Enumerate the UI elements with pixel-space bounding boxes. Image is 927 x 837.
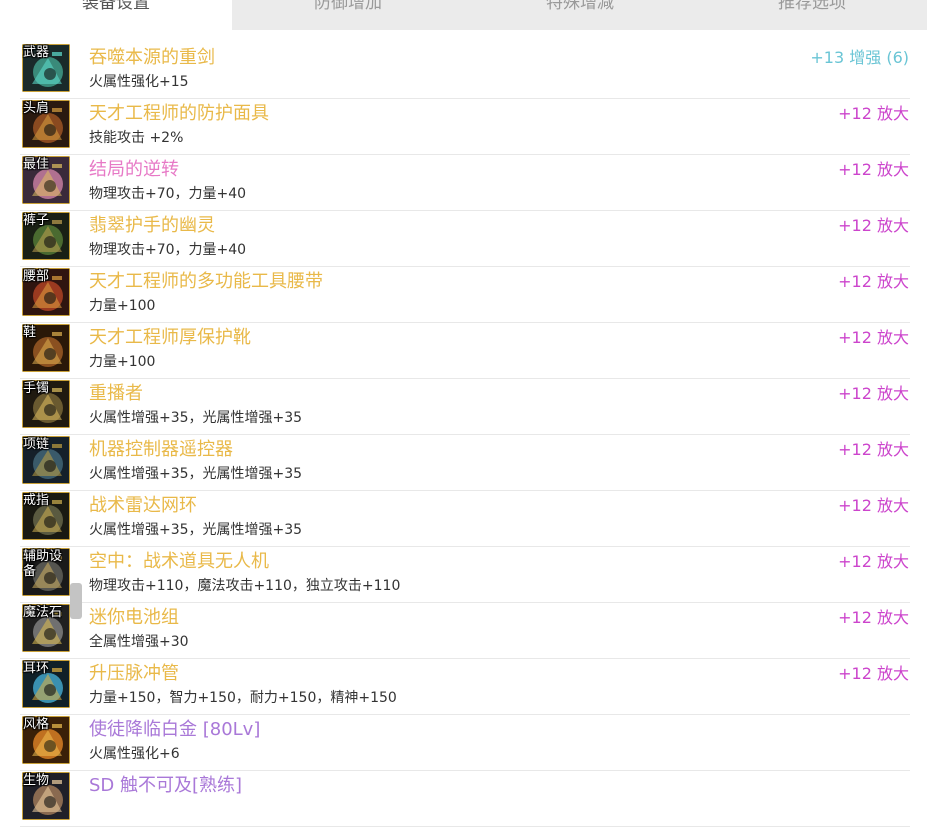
title-icon[interactable]: 风格 — [22, 716, 70, 764]
item-name: 天才工程师的防护面具 — [89, 103, 269, 124]
item-name: 升压脉冲管 — [89, 663, 179, 684]
item-name: 使徒降临白金 [80Lv] — [89, 719, 261, 740]
item-name: 天才工程师的多功能工具腰带 — [89, 271, 323, 292]
item-stats: 力量+150，智力+150，耐力+150，精神+150 — [89, 690, 397, 706]
equipment-row[interactable]: 武器 吞噬本源的重剑火属性强化+15 +13 增强 (6) — [20, 42, 910, 99]
item-stats: 物理攻击+110，魔法攻击+110，独立攻击+110 — [89, 578, 401, 594]
necklace-icon[interactable]: 项链 — [22, 436, 70, 484]
item-name: 机器控制器遥控器 — [89, 439, 233, 460]
equipment-row[interactable]: 裤子 翡翠护手的幽灵物理攻击+70，力量+40 +12 放大 — [20, 210, 910, 267]
earring-icon[interactable]: 耳环 — [22, 660, 70, 708]
equipment-list-panel: 武器 吞噬本源的重剑火属性强化+15 +13 增强 (6) 头肩 天才工程师的防护面具… — [0, 30, 927, 837]
item-stats: 物理攻击+70，力量+40 — [89, 242, 247, 258]
item-name: SD 触不可及[熟练] — [89, 775, 243, 796]
slot-label: 武器 — [23, 45, 50, 60]
item-stats: 火属性增强+35，光属性增强+35 — [89, 410, 303, 426]
item-stats: 技能攻击 +2% — [89, 130, 184, 146]
pants-icon[interactable]: 裤子 — [22, 212, 70, 260]
enhancement-level: +12 放大 — [838, 496, 909, 515]
tab-special-modifiers[interactable]: 特殊增减 — [464, 0, 696, 30]
equipment-row[interactable]: 最佳 结局的逆转物理攻击+70，力量+40 +12 放大 — [20, 154, 910, 211]
boots-icon[interactable]: 鞋 — [22, 324, 70, 372]
bracelet-icon[interactable]: 手镯 — [22, 380, 70, 428]
item-name: 结局的逆转 — [89, 159, 179, 180]
enhancement-level: +12 放大 — [838, 272, 909, 291]
enhancement-level: +12 放大 — [838, 552, 909, 571]
equipment-row[interactable]: 生物 SD 触不可及[熟练] — [20, 770, 910, 827]
item-stats: 火属性增强+35，光属性增强+35 — [89, 466, 303, 482]
scrollbar-thumb[interactable] — [70, 583, 82, 619]
equipment-row[interactable]: 腰部 天才工程师的多功能工具腰带力量+100 +12 放大 — [20, 266, 910, 323]
item-stats: 火属性强化+6 — [89, 746, 180, 762]
weapon-icon[interactable]: 武器 — [22, 44, 70, 92]
creature-icon[interactable]: 生物 — [22, 772, 70, 820]
slot-label: 裤子 — [23, 213, 50, 228]
slot-label: 风格 — [23, 717, 50, 732]
item-name: 吞噬本源的重剑 — [89, 47, 215, 68]
item-stats: 全属性增强+30 — [89, 634, 189, 650]
enhancement-level: +12 放大 — [838, 440, 909, 459]
equipment-row[interactable]: 辅助设备 空中：战术道具无人机物理攻击+110，魔法攻击+110，独立攻击+110… — [20, 546, 910, 603]
enhancement-level: +12 放大 — [838, 160, 909, 179]
slot-label: 腰部 — [23, 269, 50, 284]
enhancement-level: +12 放大 — [838, 104, 909, 123]
magic-stone-icon[interactable]: 魔法石 — [22, 604, 70, 652]
item-name: 战术雷达网环 — [89, 495, 197, 516]
enhancement-level: +12 放大 — [838, 216, 909, 235]
equipment-row[interactable]: 耳环 升压脉冲管力量+150，智力+150，耐力+150，精神+150 +12 放大 — [20, 658, 910, 715]
top-armor-icon[interactable]: 最佳 — [22, 156, 70, 204]
slot-label: 耳环 — [23, 661, 50, 676]
slot-label: 辅助设备 — [23, 549, 63, 579]
equipment-row[interactable]: 手镯 重播者火属性增强+35，光属性增强+35 +12 放大 — [20, 378, 910, 435]
enhancement-level: +12 放大 — [838, 664, 909, 683]
tab-recommended-options[interactable]: 推荐选项 — [696, 0, 927, 30]
item-stats: 火属性强化+15 — [89, 74, 189, 90]
ring-icon[interactable]: 戒指 — [22, 492, 70, 540]
item-name: 迷你电池组 — [89, 607, 179, 628]
helmet-icon[interactable]: 头肩 — [22, 100, 70, 148]
equipment-row[interactable]: 戒指 战术雷达网环火属性增强+35，光属性增强+35 +12 放大 — [20, 490, 910, 547]
equipment-row[interactable]: 风格 使徒降临白金 [80Lv] 火属性强化+6 — [20, 714, 910, 771]
item-name: 翡翠护手的幽灵 — [89, 215, 215, 236]
slot-label: 魔法石 — [23, 605, 63, 620]
slot-label: 头肩 — [23, 101, 50, 116]
item-stats: 力量+100 — [89, 354, 156, 370]
item-name: 重播者 — [89, 383, 143, 404]
slot-label: 最佳 — [23, 157, 50, 172]
tab-bar: 装备设置 防御增加 特殊增减 推荐选项 — [0, 0, 927, 30]
slot-label: 手镯 — [23, 381, 50, 396]
slot-label: 戒指 — [23, 493, 50, 508]
slot-label: 项链 — [23, 437, 50, 452]
equipment-row[interactable]: 头肩 天才工程师的防护面具技能攻击 +2% +12 放大 — [20, 98, 910, 155]
enhancement-level: +12 放大 — [838, 384, 909, 403]
item-name: 空中：战术道具无人机 — [89, 551, 269, 572]
belt-icon[interactable]: 腰部 — [22, 268, 70, 316]
item-stats: 力量+100 — [89, 298, 156, 314]
equipment-row[interactable]: 鞋 天才工程师厚保护靴力量+100 +12 放大 — [20, 322, 910, 379]
slot-label: 鞋 — [23, 325, 37, 340]
enhancement-level: +13 增强 (6) — [810, 48, 909, 67]
enhancement-level: +12 放大 — [838, 608, 909, 627]
item-stats: 火属性增强+35，光属性增强+35 — [89, 522, 303, 538]
tab-equipment-settings[interactable]: 装备设置 — [0, 0, 232, 30]
equipment-row[interactable]: 魔法石 迷你电池组全属性增强+30 +12 放大 — [20, 602, 910, 659]
slot-label: 生物 — [23, 773, 50, 788]
item-name: 天才工程师厚保护靴 — [89, 327, 251, 348]
equipment-row[interactable]: 项链 机器控制器遥控器火属性增强+35，光属性增强+35 +12 放大 — [20, 434, 910, 491]
enhancement-level: +12 放大 — [838, 328, 909, 347]
tab-defense-increase[interactable]: 防御增加 — [232, 0, 464, 30]
item-stats: 物理攻击+70，力量+40 — [89, 186, 247, 202]
support-device-icon[interactable]: 辅助设备 — [22, 548, 70, 596]
